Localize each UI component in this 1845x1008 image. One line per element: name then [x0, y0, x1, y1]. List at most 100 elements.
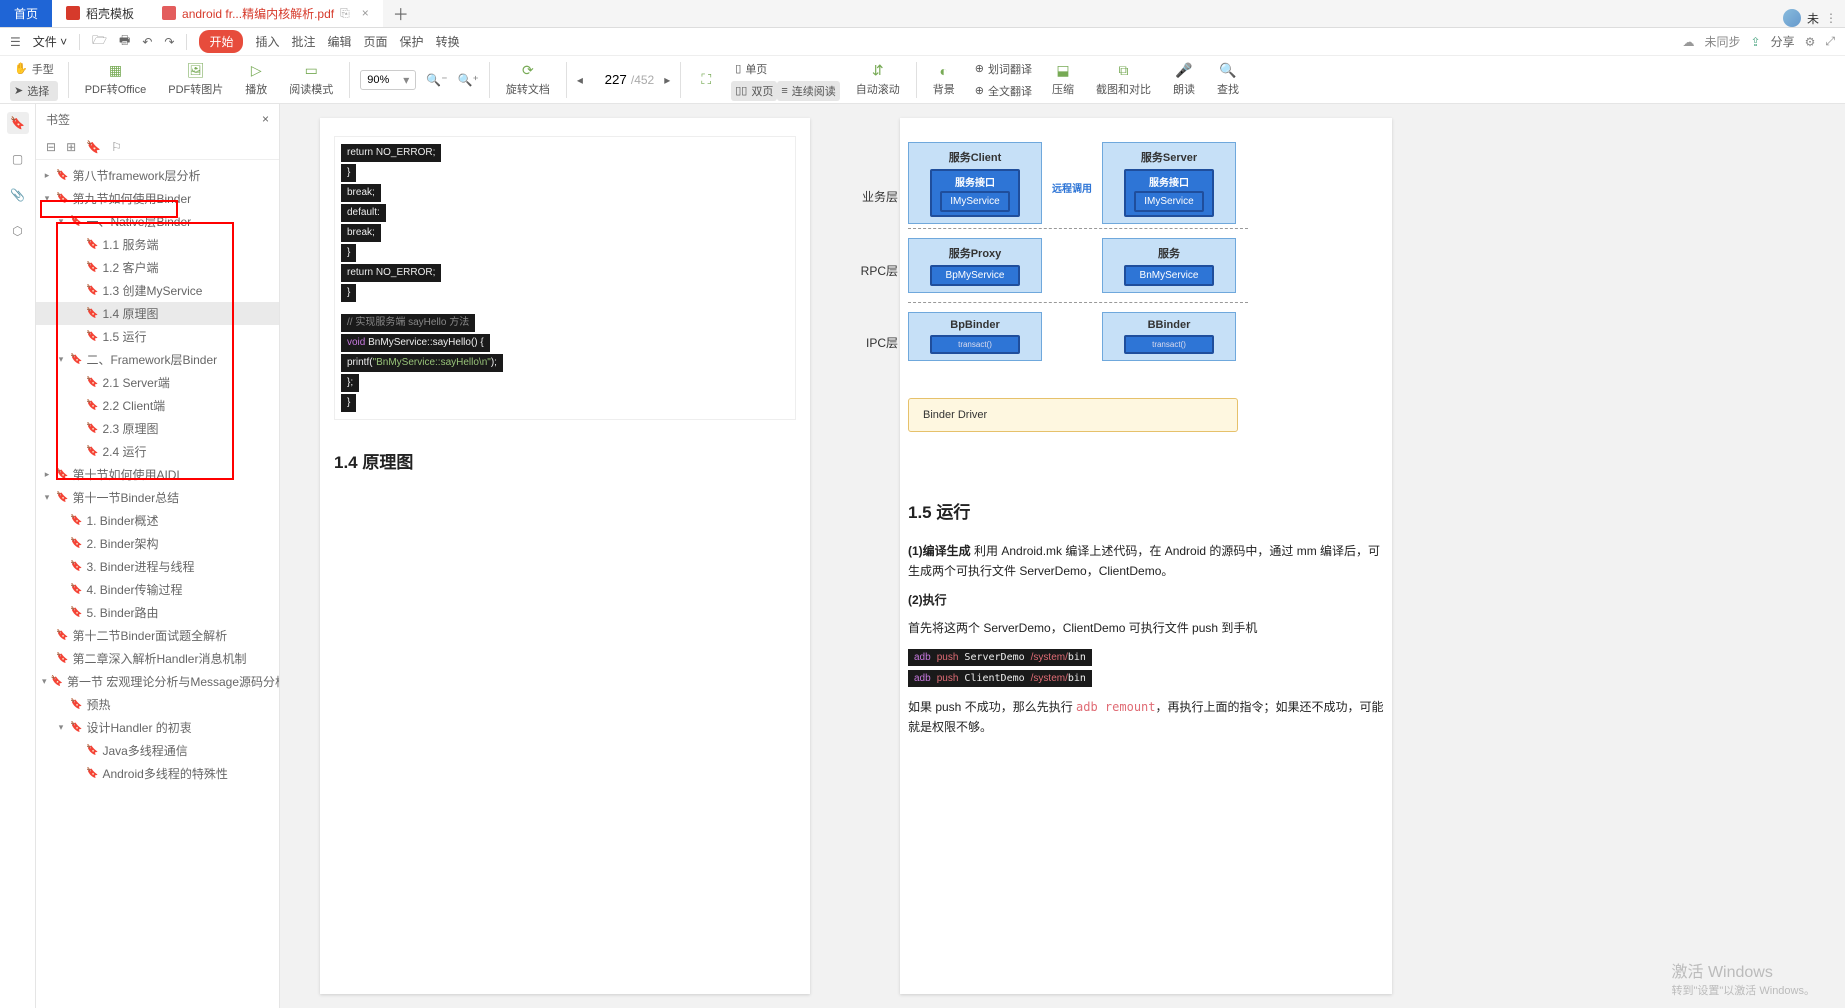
- menu-icon[interactable]: ☰: [10, 35, 21, 49]
- fulltrans-icon: ⊕: [975, 84, 984, 97]
- mic-icon: 🎤: [1175, 63, 1193, 79]
- proxy-box: 服务Proxy BpMyService: [908, 238, 1042, 293]
- outline-item[interactable]: 🔖1.5 运行: [36, 325, 279, 348]
- tab-home[interactable]: 首页: [0, 0, 52, 27]
- thumbnail-rail-icon[interactable]: ▢: [7, 148, 29, 170]
- outline-item[interactable]: ▾🔖第九节如何使用Binder: [36, 187, 279, 210]
- share-label[interactable]: 分享: [1771, 33, 1795, 50]
- menu-insert[interactable]: 插入: [255, 33, 279, 50]
- toolbar: ✋手型 ➤选择 ▦PDF转Office 🖼PDF转图片 ▷播放 ▭阅读模式 ▾ …: [0, 56, 1845, 104]
- outline-item[interactable]: 🔖1.1 服务端: [36, 233, 279, 256]
- readmode[interactable]: ▭阅读模式: [283, 61, 339, 99]
- para-push: 首先将这两个 ServerDemo，ClientDemo 可执行文件 push …: [908, 618, 1384, 638]
- bookmark-icon[interactable]: 🔖: [86, 140, 101, 154]
- outline-item[interactable]: 🔖2.1 Server端: [36, 371, 279, 394]
- bpbinder-box: BpBinder transact(): [908, 312, 1042, 361]
- collapse-icon[interactable]: ⊟: [46, 140, 56, 154]
- cube-rail-icon[interactable]: ⬡: [7, 220, 29, 242]
- attachment-rail-icon[interactable]: 📎: [7, 184, 29, 206]
- expand-all-icon[interactable]: ⊞: [66, 140, 76, 154]
- double-icon: ▯▯: [735, 84, 747, 97]
- more-icon[interactable]: ⋮: [1825, 11, 1837, 25]
- pin-icon[interactable]: ⎘: [340, 6, 350, 21]
- outline-item[interactable]: 🔖1. Binder概述: [36, 509, 279, 532]
- find[interactable]: 🔍查找: [1211, 61, 1245, 99]
- page-next-icon[interactable]: ▸: [664, 73, 670, 87]
- ribbon-icon[interactable]: ⚐: [111, 140, 122, 154]
- outline-item[interactable]: ▸🔖第八节framework层分析: [36, 164, 279, 187]
- menu-convert[interactable]: 转换: [436, 33, 460, 50]
- pdf2img[interactable]: 🖼PDF转图片: [162, 61, 229, 99]
- share-icon[interactable]: ⇪: [1751, 35, 1761, 49]
- read-aloud[interactable]: 🎤朗读: [1167, 61, 1201, 99]
- outline-item[interactable]: ▸🔖第十节如何使用AIDL: [36, 463, 279, 486]
- undo-icon[interactable]: ↶: [142, 35, 152, 49]
- avatar[interactable]: [1783, 9, 1801, 27]
- outline-item[interactable]: 🔖1.2 客户端: [36, 256, 279, 279]
- outline-item[interactable]: 🔖1.4 原理图: [36, 302, 279, 325]
- outline-item[interactable]: ▾🔖一、Native层Binder: [36, 210, 279, 233]
- play-icon: ▷: [247, 63, 265, 79]
- word-translate[interactable]: ⊕划词翻译: [971, 59, 1036, 79]
- cloud-icon[interactable]: ☁: [1683, 35, 1695, 49]
- outline-item[interactable]: ▾🔖二、Framework层Binder: [36, 348, 279, 371]
- outline-item[interactable]: 🔖2.2 Client端: [36, 394, 279, 417]
- outline-item[interactable]: 🔖第二章深入解析Handler消息机制: [36, 647, 279, 670]
- screenshot[interactable]: ⧉截图和对比: [1090, 61, 1157, 99]
- single-page[interactable]: ▯单页: [731, 59, 840, 79]
- outline-item[interactable]: 🔖5. Binder路由: [36, 601, 279, 624]
- document-area[interactable]: return NO_ERROR; } break; default: break…: [280, 104, 1845, 1008]
- autoscroll-icon: ⇵: [869, 63, 887, 79]
- compress[interactable]: ⬓压缩: [1046, 61, 1080, 99]
- expand-icon[interactable]: ⤢: [1825, 34, 1835, 49]
- outline-item[interactable]: 🔖Android多线程的特殊性: [36, 762, 279, 785]
- file-menu[interactable]: 文件 ˅: [33, 33, 67, 50]
- zoom-input[interactable]: ▾: [360, 70, 416, 90]
- outline-item[interactable]: ▾🔖第十一节Binder总结: [36, 486, 279, 509]
- outline-item[interactable]: 🔖2. Binder架构: [36, 532, 279, 555]
- tab-document[interactable]: android fr...精编内核解析.pdf⎘×: [148, 0, 383, 27]
- outline-item[interactable]: 🔖1.3 创建MyService: [36, 279, 279, 302]
- outline-item[interactable]: 🔖预热: [36, 693, 279, 716]
- tab-dokel[interactable]: 稻壳模板: [52, 0, 148, 27]
- readmode-icon: ▭: [302, 63, 320, 79]
- bbinder-box: BBinder transact(): [1102, 312, 1236, 361]
- select-tool[interactable]: ➤选择: [10, 81, 58, 101]
- double-page[interactable]: ▯▯双页: [731, 81, 777, 101]
- outline-item[interactable]: ▾🔖设计Handler 的初衷: [36, 716, 279, 739]
- play-button[interactable]: ▷播放: [239, 61, 273, 99]
- outline-item[interactable]: ▾🔖第一节 宏观理论分析与Message源码分析: [36, 670, 279, 693]
- continuous-read[interactable]: ≡连续阅读: [777, 81, 839, 101]
- print-icon[interactable]: 🖶: [119, 31, 130, 52]
- menu-protect[interactable]: 保护: [400, 33, 424, 50]
- outline-item[interactable]: 🔖3. Binder进程与线程: [36, 555, 279, 578]
- nav-view[interactable]: ⛶: [691, 70, 721, 90]
- start-button[interactable]: 开始: [199, 30, 243, 53]
- page-indicator[interactable]: /452: [593, 72, 654, 87]
- full-translate[interactable]: ⊕全文翻译: [971, 81, 1036, 101]
- outline-item[interactable]: 🔖2.3 原理图: [36, 417, 279, 440]
- redo-icon[interactable]: ↷: [164, 35, 174, 49]
- menu-annotate[interactable]: 批注: [292, 33, 316, 50]
- pdf2office[interactable]: ▦PDF转Office: [79, 61, 153, 99]
- rotate[interactable]: ⟳旋转文档: [500, 61, 556, 99]
- outline-item[interactable]: 🔖Java多线程通信: [36, 739, 279, 762]
- outline-item[interactable]: 🔖第十二节Binder面试题全解析: [36, 624, 279, 647]
- hand-tool[interactable]: ✋手型: [10, 59, 58, 79]
- close-icon[interactable]: ×: [362, 6, 369, 20]
- menu-page[interactable]: 页面: [364, 33, 388, 50]
- bookmark-rail-icon[interactable]: 🔖: [7, 112, 29, 134]
- bg-icon: ◐: [935, 63, 953, 79]
- zoom-in-icon[interactable]: 🔍⁺: [458, 73, 479, 87]
- open-icon[interactable]: 🗁: [92, 31, 107, 52]
- tab-add[interactable]: ＋: [383, 0, 419, 27]
- sidebar-close-icon[interactable]: ×: [262, 112, 269, 126]
- gear-icon[interactable]: ⚙: [1805, 35, 1816, 49]
- outline-item[interactable]: 🔖2.4 运行: [36, 440, 279, 463]
- autoscroll[interactable]: ⇵自动滚动: [850, 61, 906, 99]
- zoom-out-icon[interactable]: 🔍⁻: [426, 73, 447, 87]
- outline-item[interactable]: 🔖4. Binder传输过程: [36, 578, 279, 601]
- menu-edit[interactable]: 编辑: [328, 33, 352, 50]
- page-prev-icon[interactable]: ◂: [577, 73, 583, 87]
- background[interactable]: ◐背景: [927, 61, 961, 99]
